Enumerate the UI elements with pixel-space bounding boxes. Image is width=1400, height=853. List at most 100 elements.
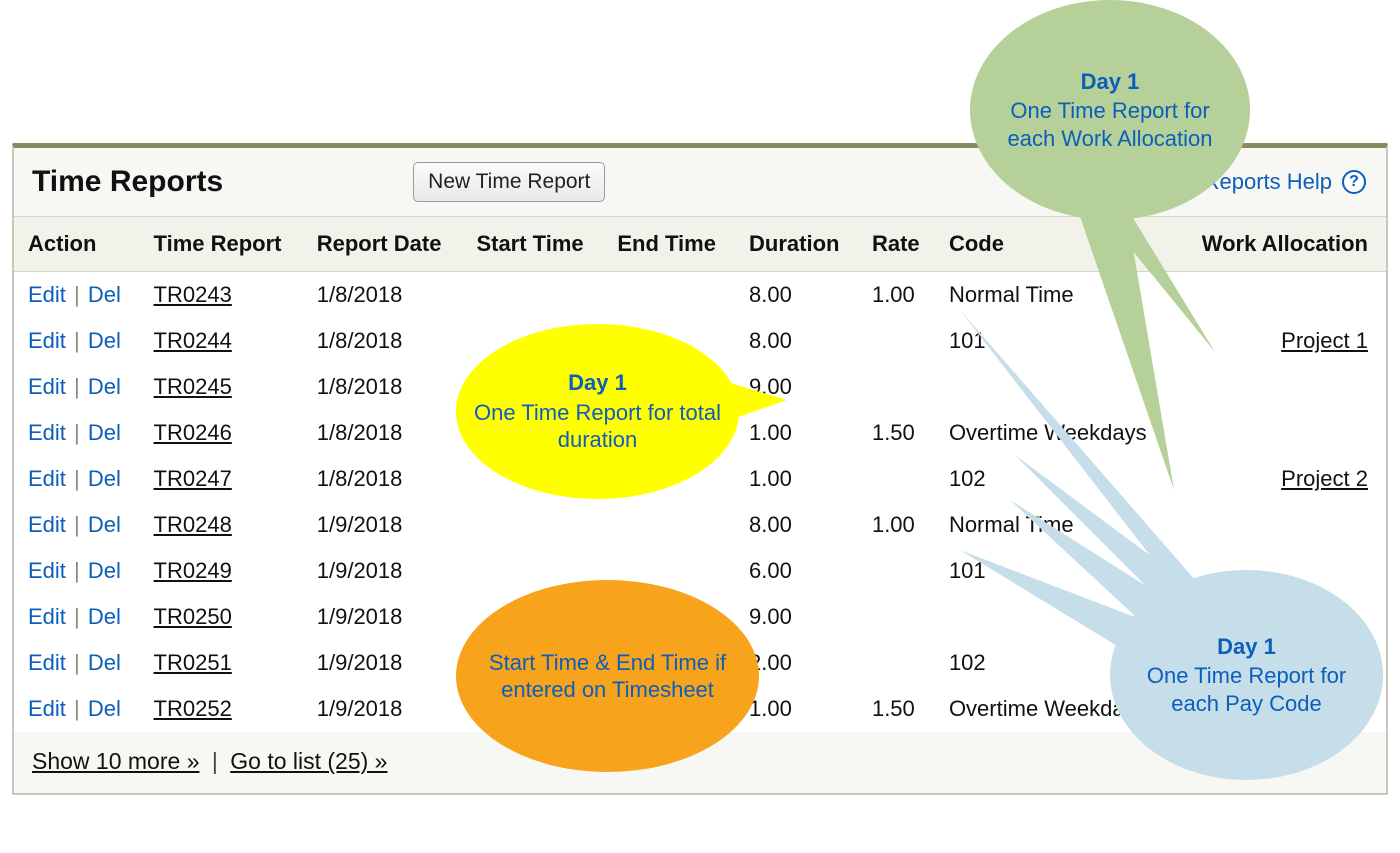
table-header-row: Action Time Report Report Date Start Tim… <box>14 217 1386 272</box>
cell-start-time <box>462 502 603 548</box>
time-report-link[interactable]: TR0243 <box>154 282 232 307</box>
cell-time-report: TR0250 <box>140 594 303 640</box>
cell-duration: 6.00 <box>735 548 858 594</box>
del-link[interactable]: Del <box>88 650 121 675</box>
col-code: Code <box>935 217 1173 272</box>
time-report-link[interactable]: TR0249 <box>154 558 232 583</box>
del-link[interactable]: Del <box>88 374 121 399</box>
cell-time-report: TR0245 <box>140 364 303 410</box>
del-link[interactable]: Del <box>88 466 121 491</box>
del-link[interactable]: Del <box>88 558 121 583</box>
col-time-report: Time Report <box>140 217 303 272</box>
col-action: Action <box>14 217 140 272</box>
cell-code: Normal Time <box>935 502 1173 548</box>
footer-separator: | <box>206 748 224 774</box>
cell-rate <box>858 594 935 640</box>
cell-action: Edit | Del <box>14 594 140 640</box>
show-more-link[interactable]: Show 10 more » <box>32 748 199 774</box>
time-report-link[interactable]: TR0252 <box>154 696 232 721</box>
del-link[interactable]: Del <box>88 512 121 537</box>
callout-body: One Time Report for each Pay Code <box>1128 662 1365 717</box>
time-report-link[interactable]: TR0246 <box>154 420 232 445</box>
new-time-report-button[interactable]: New Time Report <box>413 162 605 202</box>
edit-link[interactable]: Edit <box>28 512 66 537</box>
action-separator: | <box>66 650 88 675</box>
time-report-link[interactable]: TR0247 <box>154 466 232 491</box>
work-allocation-link[interactable]: Project 1 <box>1281 328 1368 353</box>
cell-code: Normal Time <box>935 272 1173 319</box>
cell-report-date: 1/8/2018 <box>303 364 463 410</box>
time-report-link[interactable]: TR0248 <box>154 512 232 537</box>
panel-title: Time Reports <box>32 165 223 199</box>
cell-duration: 9.00 <box>735 594 858 640</box>
cell-time-report: TR0243 <box>140 272 303 319</box>
del-link[interactable]: Del <box>88 604 121 629</box>
edit-link[interactable]: Edit <box>28 466 66 491</box>
col-duration: Duration <box>735 217 858 272</box>
del-link[interactable]: Del <box>88 282 121 307</box>
edit-link[interactable]: Edit <box>28 374 66 399</box>
callout-body: One Time Report for total duration <box>474 399 721 454</box>
edit-link[interactable]: Edit <box>28 650 66 675</box>
callout-pay-code: Day 1 One Time Report for each Pay Code <box>1110 570 1383 780</box>
help-icon[interactable]: ? <box>1342 170 1366 194</box>
cell-rate: 1.00 <box>858 272 935 319</box>
edit-link[interactable]: Edit <box>28 282 66 307</box>
cell-report-date: 1/8/2018 <box>303 410 463 456</box>
cell-work-allocation <box>1173 272 1386 319</box>
action-separator: | <box>66 696 88 721</box>
callout-title: Day 1 <box>1081 68 1140 96</box>
cell-report-date: 1/9/2018 <box>303 686 463 732</box>
cell-duration: 8.00 <box>735 318 858 364</box>
cell-work-allocation: Project 2 <box>1173 456 1386 502</box>
edit-link[interactable]: Edit <box>28 420 66 445</box>
callout-title: Day 1 <box>1217 633 1276 661</box>
time-report-link[interactable]: TR0245 <box>154 374 232 399</box>
edit-link[interactable]: Edit <box>28 604 66 629</box>
cell-code: 102 <box>935 456 1173 502</box>
callout-work-allocation: Day 1 One Time Report for each Work Allo… <box>970 0 1250 220</box>
action-separator: | <box>66 466 88 491</box>
go-to-list-link[interactable]: Go to list (25) » <box>230 748 387 774</box>
del-link[interactable]: Del <box>88 696 121 721</box>
cell-work-allocation: Project 1 <box>1173 318 1386 364</box>
cell-report-date: 1/9/2018 <box>303 502 463 548</box>
edit-link[interactable]: Edit <box>28 696 66 721</box>
cell-time-report: TR0249 <box>140 548 303 594</box>
time-report-link[interactable]: TR0251 <box>154 650 232 675</box>
time-report-link[interactable]: TR0244 <box>154 328 232 353</box>
cell-rate <box>858 318 935 364</box>
cell-code: 101 <box>935 548 1173 594</box>
edit-link[interactable]: Edit <box>28 328 66 353</box>
table-row: Edit | Del TR0248 1/9/2018 8.001.00Normal T… <box>14 502 1386 548</box>
cell-action: Edit | Del <box>14 548 140 594</box>
col-rate: Rate <box>858 217 935 272</box>
time-report-link[interactable]: TR0250 <box>154 604 232 629</box>
callout-title: Day 1 <box>568 369 627 397</box>
cell-work-allocation <box>1173 502 1386 548</box>
cell-time-report: TR0247 <box>140 456 303 502</box>
cell-rate: 1.00 <box>858 502 935 548</box>
action-separator: | <box>66 512 88 537</box>
cell-action: Edit | Del <box>14 272 140 319</box>
work-allocation-link[interactable]: Project 2 <box>1281 466 1368 491</box>
cell-duration: 1.00 <box>735 456 858 502</box>
cell-code: Overtime Weekdays <box>935 410 1173 456</box>
cell-report-date: 1/9/2018 <box>303 594 463 640</box>
cell-rate <box>858 364 935 410</box>
action-separator: | <box>66 374 88 399</box>
callout-body: One Time Report for each Work Allocation <box>988 97 1232 152</box>
action-separator: | <box>66 420 88 445</box>
cell-duration: 8.00 <box>735 502 858 548</box>
cell-time-report: TR0246 <box>140 410 303 456</box>
edit-link[interactable]: Edit <box>28 558 66 583</box>
del-link[interactable]: Del <box>88 328 121 353</box>
del-link[interactable]: Del <box>88 420 121 445</box>
cell-action: Edit | Del <box>14 502 140 548</box>
col-start-time: Start Time <box>462 217 603 272</box>
col-work-allocation: Work Allocation <box>1173 217 1386 272</box>
callout-total-duration: Day 1 One Time Report for total duration <box>456 324 739 499</box>
cell-time-report: TR0252 <box>140 686 303 732</box>
cell-time-report: TR0251 <box>140 640 303 686</box>
cell-report-date: 1/8/2018 <box>303 456 463 502</box>
